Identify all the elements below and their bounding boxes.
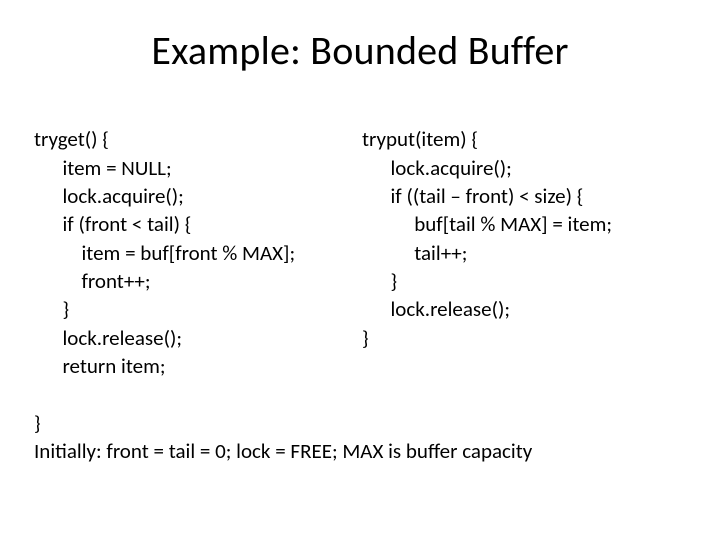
code-line: if ((tail – front) < size) {: [362, 183, 583, 209]
code-line: buf[tail % MAX] = item;: [362, 211, 612, 237]
code-line: if (front < tail) {: [34, 211, 191, 237]
slide-body: tryget() { item = NULL; lock.acquire(); …: [30, 97, 690, 380]
code-line: }: [34, 296, 69, 322]
slide: Example: Bounded Buffer tryget() { item …: [0, 0, 720, 540]
code-left-column: tryget() { item = NULL; lock.acquire(); …: [30, 97, 362, 380]
code-line: front++;: [34, 268, 151, 294]
code-line: lock.acquire();: [34, 183, 184, 209]
code-line: tryget() {: [34, 126, 109, 152]
footer-line: Initially: front = tail = 0; lock = FREE…: [34, 438, 532, 464]
slide-title: Example: Bounded Buffer: [30, 26, 690, 75]
code-line: }: [362, 268, 397, 294]
code-line: lock.release();: [362, 296, 510, 322]
code-line: return item;: [34, 353, 166, 379]
code-line: lock.release();: [34, 325, 182, 351]
code-line: item = NULL;: [34, 155, 172, 181]
code-line: }: [34, 410, 41, 436]
code-line: lock.acquire();: [362, 155, 512, 181]
code-right-column: tryput(item) { lock.acquire(); if ((tail…: [362, 97, 690, 380]
code-line: tail++;: [362, 240, 467, 266]
code-line: item = buf[front % MAX];: [34, 240, 295, 266]
code-line: }: [362, 325, 369, 351]
code-line: tryput(item) {: [362, 126, 478, 152]
slide-footer-block: } Initially: front = tail = 0; lock = FR…: [30, 380, 690, 465]
